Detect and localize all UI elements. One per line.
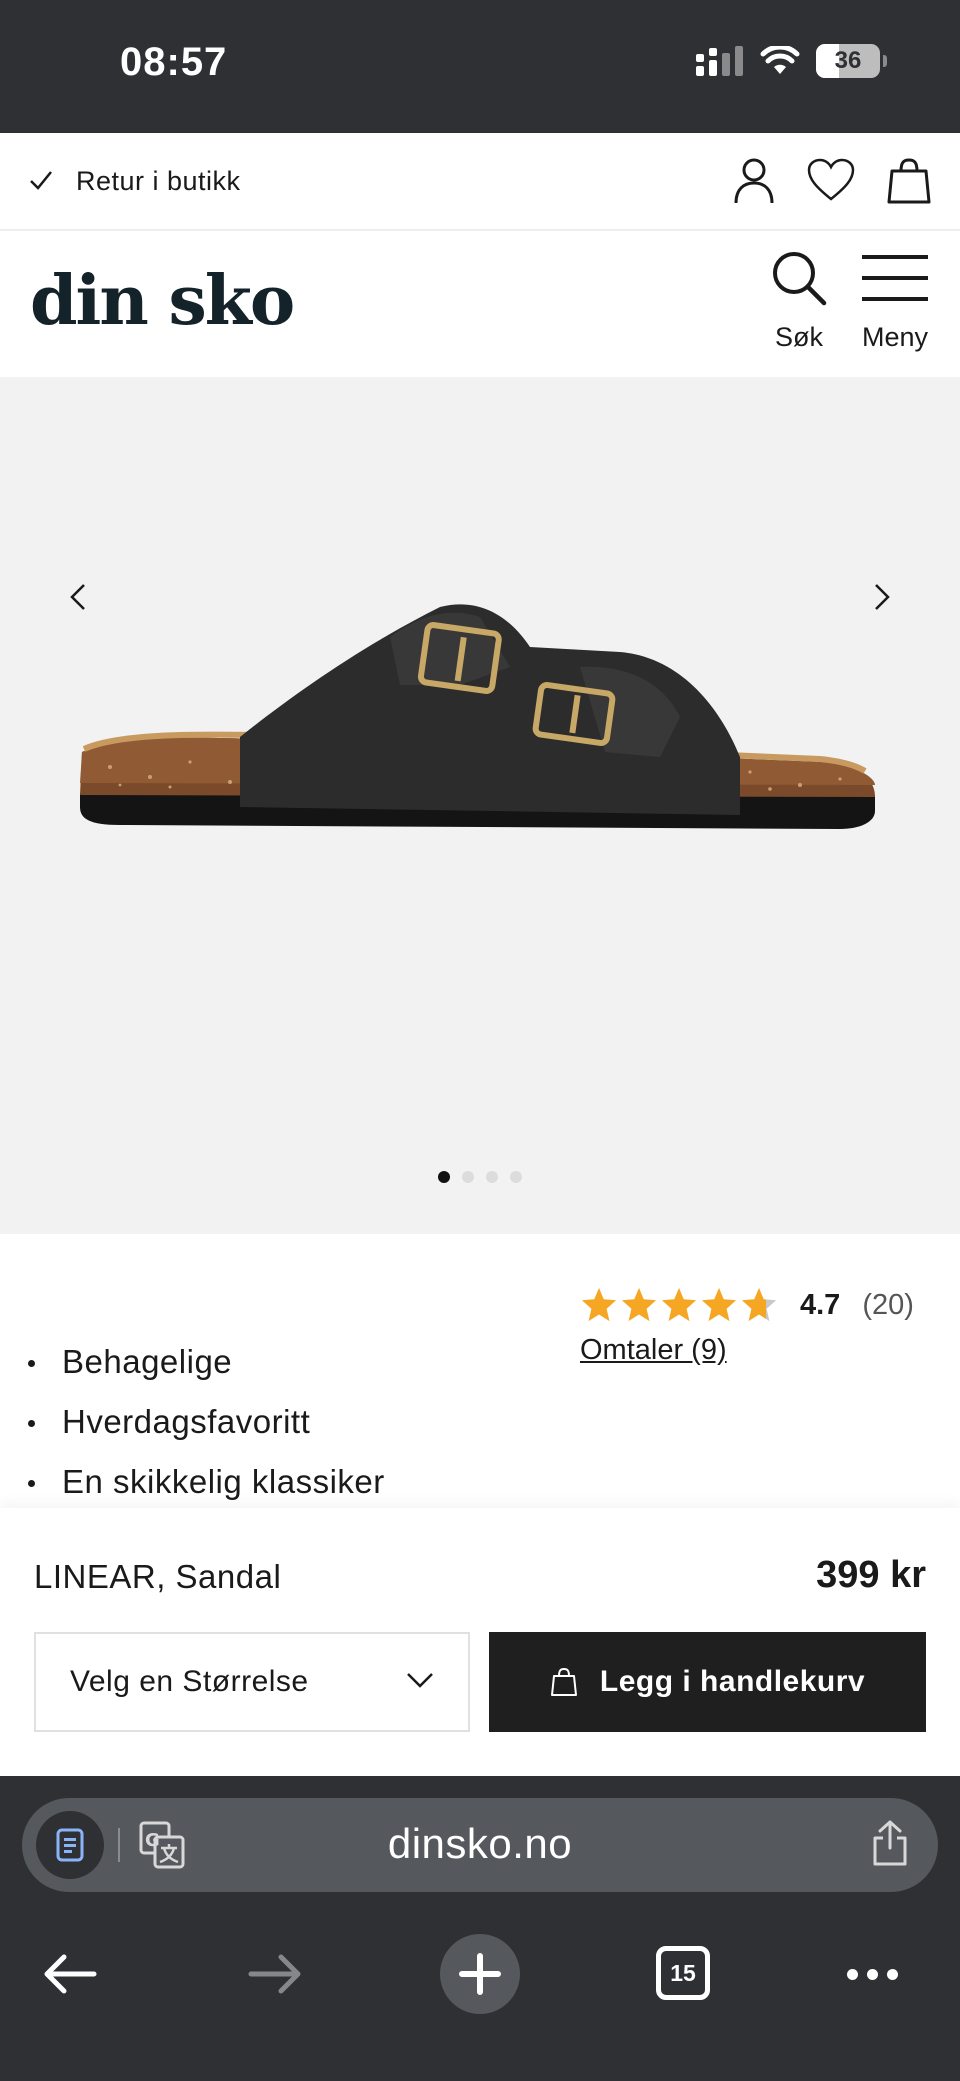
reviews-link[interactable]: Omtaler (9)	[580, 1334, 727, 1367]
star-icon	[701, 1287, 737, 1322]
chevron-down-icon	[407, 1673, 433, 1688]
star-icon	[661, 1287, 697, 1322]
forward-arrow-icon[interactable]	[247, 1952, 303, 1996]
hamburger-menu-icon	[862, 255, 928, 301]
shopping-bag-icon[interactable]	[886, 157, 932, 205]
share-icon[interactable]	[870, 1818, 910, 1868]
dinsko-logo[interactable]: din sko	[30, 261, 295, 341]
buy-bar: LINEAR, Sandal 399 kr Velg en Størrelse …	[0, 1508, 960, 1776]
site-header: din sko Søk Meny	[0, 231, 960, 377]
product-image-gallery[interactable]	[0, 377, 960, 1234]
product-features-list: Behagelige Hverdagsfavoritt En skikkelig…	[28, 1332, 385, 1512]
product-rating: 4.7 (20)	[580, 1286, 914, 1324]
browser-toolbar: G dinsko.no 15	[0, 1776, 960, 2081]
utility-bar: Retur i butikk	[0, 133, 960, 231]
star-icon	[581, 1287, 617, 1322]
battery-level: 36	[834, 47, 862, 74]
check-icon	[30, 171, 52, 190]
search-icon	[773, 252, 827, 306]
search-label: Søk	[774, 322, 823, 352]
wifi-icon	[760, 46, 800, 74]
menu-label: Meny	[861, 322, 929, 352]
product-name: LINEAR, Sandal	[34, 1558, 282, 1595]
star-icon	[741, 1287, 777, 1322]
pagination-dot[interactable]	[486, 1171, 498, 1183]
more-options-icon[interactable]	[847, 1969, 898, 1980]
product-price: 399 kr	[816, 1554, 926, 1596]
pagination-dot[interactable]	[510, 1171, 522, 1183]
pagination-dot[interactable]	[462, 1171, 474, 1183]
pagination-dot[interactable]	[438, 1171, 450, 1183]
new-tab-button[interactable]	[440, 1934, 520, 2014]
feature-item: En skikkelig klassiker	[28, 1452, 385, 1512]
size-select[interactable]: Velg en Størrelse	[34, 1632, 470, 1732]
account-icon[interactable]	[732, 157, 776, 205]
shopping-bag-icon	[550, 1667, 577, 1696]
menu-button[interactable]: Meny	[860, 249, 930, 353]
size-select-placeholder: Velg en Størrelse	[70, 1665, 309, 1698]
product-image-sandal	[80, 604, 875, 829]
wishlist-heart-icon[interactable]	[806, 157, 856, 203]
status-time: 08:57	[120, 40, 228, 84]
add-to-cart-label: Legg i handlekurv	[599, 1665, 866, 1698]
feature-item: Behagelige	[28, 1332, 385, 1392]
signal-icon	[696, 46, 743, 76]
status-bar: 08:57 36	[0, 0, 960, 133]
search-button[interactable]: Søk	[770, 249, 828, 353]
back-arrow-icon[interactable]	[42, 1952, 98, 1996]
address-bar[interactable]: G dinsko.no	[22, 1798, 938, 1892]
feature-item: Hverdagsfavoritt	[28, 1392, 385, 1452]
browser-nav-row: 15	[0, 1924, 960, 2024]
tabs-count-button[interactable]: 15	[656, 1946, 710, 2000]
star-icon	[621, 1287, 657, 1322]
image-pagination-dots[interactable]	[0, 1171, 960, 1183]
rating-count: (20)	[862, 1288, 914, 1321]
battery-indicator: 36	[816, 44, 887, 78]
return-in-store-text: Retur i butikk	[76, 166, 241, 196]
add-to-cart-button[interactable]: Legg i handlekurv	[489, 1632, 926, 1732]
star-rating	[580, 1286, 778, 1324]
plus-icon	[459, 1953, 501, 1995]
url-text[interactable]: dinsko.no	[22, 1820, 938, 1868]
rating-value: 4.7	[800, 1288, 841, 1321]
product-info: 4.7 (20) Omtaler (9) Behagelige Hverdags…	[0, 1234, 960, 1508]
status-icons: 36	[696, 44, 887, 78]
